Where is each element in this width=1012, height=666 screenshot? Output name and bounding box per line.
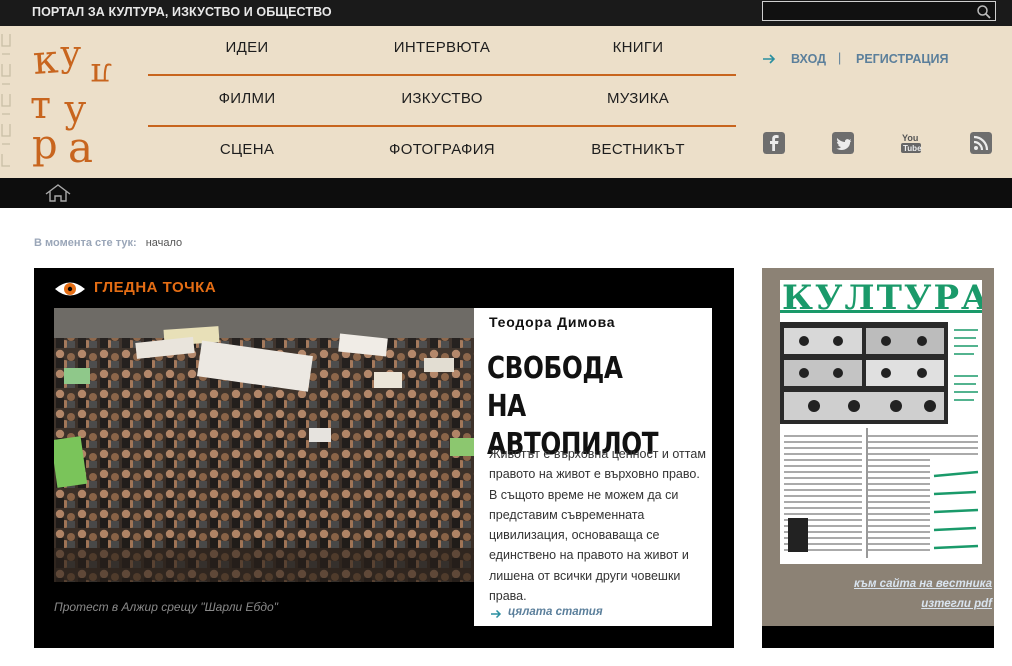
breadcrumb-label: В момента сте тук: [34, 237, 137, 249]
svg-text:а: а [68, 123, 93, 172]
nav-item-films[interactable]: ФИЛМИ [167, 90, 327, 107]
nav-item-stage[interactable]: СЦЕНА [167, 141, 327, 158]
secondary-nav-bar [0, 178, 1012, 208]
protest-photo[interactable] [54, 308, 474, 582]
top-bar: ПОРТАЛ ЗА КУЛТУРА, ИЗКУСТВО И ОБЩЕСТВО [0, 0, 1012, 26]
facebook-icon[interactable] [763, 132, 785, 154]
eye-icon [55, 282, 85, 296]
svg-text:к: к [31, 36, 59, 84]
article-summary: Теодора Димова СВОБОДА НА АВТОПИЛОТ Живо… [474, 308, 712, 626]
rss-icon[interactable] [970, 132, 992, 154]
nav-item-interviews[interactable]: ИНТЕРВЮТА [362, 39, 522, 56]
svg-text:Tube: Tube [903, 144, 922, 153]
download-pdf-link[interactable]: изтегли pdf [762, 598, 992, 610]
newspaper-panel-footer [762, 626, 994, 648]
article-title-line: СВОБОДА НА [487, 351, 623, 424]
twitter-icon[interactable] [832, 132, 854, 154]
section-title: ГЛЕДНА ТОЧКА [94, 279, 217, 296]
nav-item-books[interactable]: КНИГИ [558, 39, 718, 56]
nav-row-1: ИДЕИ ИНТЕРВЮТА КНИГИ [150, 26, 736, 76]
youtube-icon[interactable]: You Tube [900, 132, 922, 154]
breadcrumb-current: начало [145, 237, 183, 249]
nav-item-photography[interactable]: ФОТОГРАФИЯ [362, 141, 522, 158]
nav-divider [148, 125, 736, 127]
nav-item-newspaper[interactable]: ВЕСТНИКЪТ [558, 141, 718, 158]
nav-item-ideas[interactable]: ИДЕИ [167, 39, 327, 56]
nav-row-3: СЦЕНА ФОТОГРАФИЯ ВЕСТНИКЪТ [150, 128, 736, 178]
search-icon[interactable] [976, 4, 992, 20]
portal-title: ПОРТАЛ ЗА КУЛТУРА, ИЗКУСТВО И ОБЩЕСТВО [32, 5, 332, 19]
search-input[interactable] [765, 3, 971, 19]
newspaper-panel: КУЛТУРА към сайта на вестника изтегли pd… [762, 268, 994, 648]
article-excerpt: Животът е върховна ценност и оттам право… [489, 447, 706, 604]
nav-item-music[interactable]: МУЗИКА [558, 90, 718, 107]
site-header: к у л т у р а ИДЕИ ИНТЕРВЮТА КНИГИ ФИЛМИ… [0, 26, 1012, 178]
separator: | [838, 51, 842, 65]
arrow-right-icon [491, 609, 502, 619]
nav-item-art[interactable]: ИЗКУСТВО [362, 90, 522, 107]
newspaper-cover[interactable]: КУЛТУРА [780, 280, 982, 564]
read-more-link[interactable]: цялата статия [508, 606, 603, 618]
svg-text:л: л [90, 55, 112, 95]
svg-text:т: т [30, 83, 51, 127]
featured-article: ГЛЕДНА ТОЧКА Протест в Алжир срещу "Шарл… [34, 268, 734, 648]
svg-text:у: у [60, 34, 81, 75]
newspaper-cover-art [780, 310, 982, 558]
photo-caption: Протест в Алжир срещу "Шарли Ебдо" [54, 600, 278, 614]
home-icon[interactable] [44, 183, 72, 203]
register-link[interactable]: РЕГИСТРАЦИЯ [856, 52, 948, 66]
svg-text:You: You [902, 133, 918, 143]
svg-text:р: р [32, 122, 58, 168]
arrow-right-icon [763, 54, 776, 64]
breadcrumb: В момента сте тук: начало [34, 237, 182, 249]
newspaper-site-link[interactable]: към сайта на вестника [762, 578, 992, 590]
kultura-logo[interactable]: к у л т у р а [0, 26, 130, 178]
login-link[interactable]: ВХОД [791, 52, 826, 66]
nav-divider [148, 74, 736, 76]
article-author[interactable]: Теодора Димова [489, 314, 615, 330]
search-box[interactable] [762, 1, 996, 21]
nav-row-2: ФИЛМИ ИЗКУСТВО МУЗИКА [150, 77, 736, 127]
